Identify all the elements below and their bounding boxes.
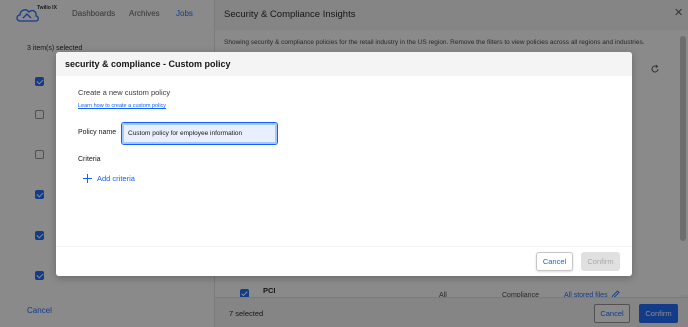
modal-footer: Cancel Confirm (56, 246, 632, 276)
modal-title: security & compliance - Custom policy (65, 59, 231, 69)
modal-subtitle: Create a new custom policy (78, 88, 171, 97)
policy-name-input[interactable] (121, 122, 278, 145)
modal-cancel-button[interactable]: Cancel (536, 252, 573, 271)
add-criteria-button[interactable]: Add criteria (83, 174, 135, 183)
criteria-label: Criteria (78, 156, 101, 163)
modal-confirm-button[interactable]: Confirm (581, 252, 620, 271)
add-icon (83, 174, 92, 183)
policy-name-label: Policy name (78, 129, 117, 136)
modal-header: security & compliance - Custom policy (56, 52, 632, 76)
learn-more-link[interactable]: Learn how to create a custom policy (78, 103, 166, 109)
add-criteria-label: Add criteria (97, 174, 135, 183)
custom-policy-modal: security & compliance - Custom policy Cr… (56, 52, 632, 276)
